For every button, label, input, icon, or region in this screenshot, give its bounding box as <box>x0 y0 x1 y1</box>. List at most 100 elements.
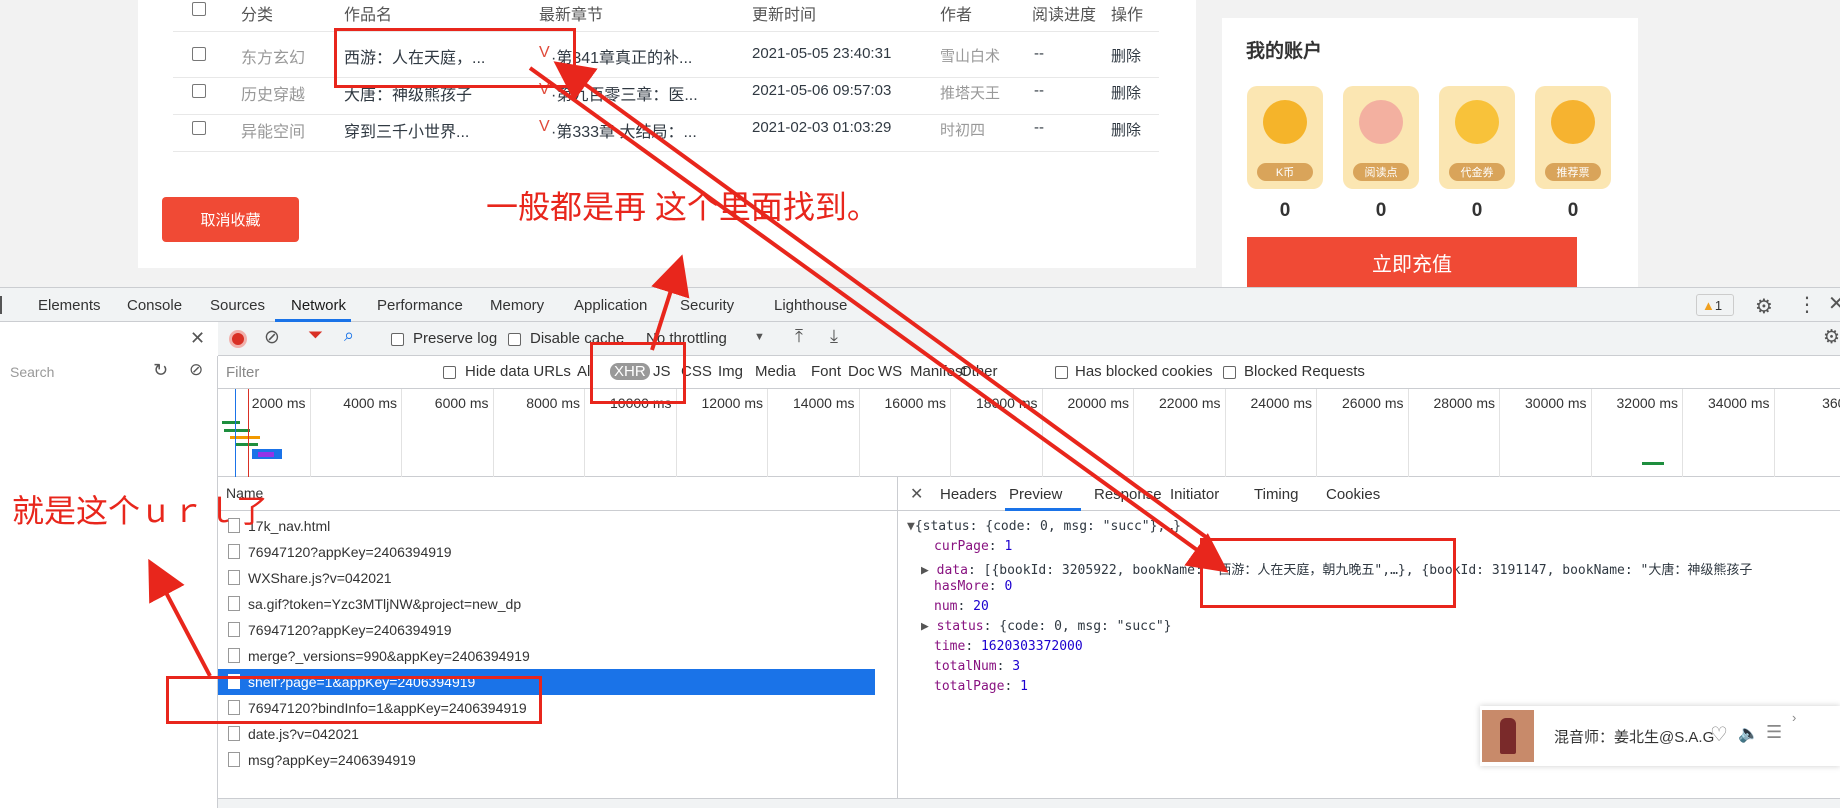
filter-icon[interactable]: ⏷ <box>308 325 323 347</box>
settings-gear-icon[interactable]: ⚙ <box>1823 326 1840 349</box>
recharge-button[interactable]: 立即充值 <box>1247 237 1577 287</box>
tab-network[interactable]: Network <box>291 297 346 314</box>
request-row[interactable]: 76947120?appKey=2406394919 <box>218 617 875 643</box>
cancel-favorite-button[interactable]: 取消收藏 <box>162 197 299 242</box>
preserve-log-checkbox[interactable] <box>391 333 404 346</box>
timeline-tick-label: 6000 ms <box>434 395 489 411</box>
delete-button[interactable]: 删除 <box>1111 119 1141 140</box>
chevron-down-icon[interactable]: ▼ <box>754 331 765 343</box>
expand-triangle-icon[interactable]: ▼ <box>907 519 915 534</box>
request-row[interactable]: sa.gif?token=Yzc3MTljNW&project=new_dp <box>218 591 875 617</box>
request-row-partial[interactable] <box>218 505 875 513</box>
record-button[interactable] <box>229 330 247 348</box>
filter-type-img[interactable]: Img <box>718 363 743 380</box>
import-har-icon[interactable]: ⤒ <box>795 326 803 347</box>
detail-tab-preview[interactable]: Preview <box>1009 486 1062 503</box>
request-row[interactable]: merge?_versions=990&appKey=2406394919 <box>218 643 875 669</box>
more-options-icon[interactable]: ⋮ <box>1797 292 1817 317</box>
dock-handle[interactable] <box>0 296 2 314</box>
row-category[interactable]: 东方玄幻 <box>241 44 305 68</box>
tab-console[interactable]: Console <box>127 297 182 314</box>
coin-icon <box>1455 100 1499 144</box>
expand-triangle-icon[interactable]: ▶ <box>921 619 929 634</box>
collapse-icon[interactable]: › <box>1792 710 1796 725</box>
tab-security[interactable]: Security <box>680 297 734 314</box>
filter-type-media[interactable]: Media <box>755 363 796 380</box>
clear-icon[interactable]: ⊘ <box>189 360 203 380</box>
detail-tab-cookies[interactable]: Cookies <box>1326 486 1380 503</box>
request-row[interactable]: date.js?v=042021 <box>218 721 875 747</box>
timeline-tick-label: 26000 ms <box>1342 395 1404 411</box>
request-row[interactable]: msg?appKey=2406394919 <box>218 747 875 773</box>
blocked-cookies-checkbox[interactable] <box>1055 366 1068 379</box>
search-icon[interactable]: ⌕ <box>344 325 354 346</box>
warning-badge[interactable]: ▲1 <box>1696 294 1734 316</box>
hide-data-urls-checkbox[interactable] <box>443 366 456 379</box>
detail-tab-initiator[interactable]: Initiator <box>1170 486 1219 503</box>
row-author[interactable]: 雪山白术 <box>940 45 1000 66</box>
gear-icon[interactable]: ⚙ <box>1755 294 1773 319</box>
timeline-tick-label: 24000 ms <box>1250 395 1312 411</box>
account-item[interactable]: 阅读点 <box>1343 86 1419 189</box>
close-detail-icon[interactable]: ✕ <box>910 484 923 504</box>
row-checkbox[interactable] <box>192 47 206 61</box>
timeline-tick-label: 28000 ms <box>1433 395 1495 411</box>
search-input[interactable]: Search <box>10 364 142 380</box>
filter-type-doc[interactable]: Doc <box>848 363 875 380</box>
request-row[interactable]: 76947120?appKey=2406394919 <box>218 539 875 565</box>
filter-type-hide-data-urls[interactable]: Hide data URLs <box>465 363 571 380</box>
account-item-value: 0 <box>1567 200 1579 221</box>
preview-root[interactable]: {status: {code: 0, msg: "succ"},…} <box>915 519 1181 534</box>
preview-key[interactable]: data <box>937 563 968 578</box>
volume-icon[interactable]: 🔈 <box>1738 724 1759 744</box>
expand-triangle-icon[interactable]: ▶ <box>921 563 929 578</box>
close-devtools-icon[interactable]: ✕ <box>1828 291 1840 316</box>
account-item[interactable]: K币 <box>1247 86 1323 189</box>
web-page: 分类 作品名 最新章节 更新时间 作者 阅读进度 操作 东方玄幻 西游：人在天庭，… <box>0 0 1840 287</box>
filter-input[interactable]: Filter <box>226 364 426 381</box>
detail-tab-headers[interactable]: Headers <box>940 486 997 503</box>
account-item[interactable]: 代金券 <box>1439 86 1515 189</box>
tab-application[interactable]: Application <box>574 297 647 314</box>
preview-key[interactable]: status <box>937 619 984 634</box>
disable-cache-checkbox[interactable] <box>508 333 521 346</box>
close-search-icon[interactable]: ✕ <box>190 328 205 349</box>
preview-key: time <box>934 639 966 654</box>
row-author[interactable]: 时初四 <box>940 119 985 140</box>
row-checkbox[interactable] <box>192 121 206 135</box>
tab-lighthouse[interactable]: Lighthouse <box>774 297 847 314</box>
select-all-checkbox[interactable] <box>192 2 206 16</box>
blocked-requests-checkbox[interactable] <box>1223 366 1236 379</box>
filter-type-ws[interactable]: WS <box>878 363 902 380</box>
heart-icon[interactable]: ♡ <box>1710 722 1728 747</box>
tab-memory[interactable]: Memory <box>490 297 544 314</box>
detail-tab-response[interactable]: Response <box>1094 486 1162 503</box>
tab-performance[interactable]: Performance <box>377 297 463 314</box>
network-timeline[interactable]: 2000 ms 4000 ms 6000 ms 8000 ms 10000 ms 1200… <box>218 389 1840 477</box>
tab-elements[interactable]: Elements <box>38 297 101 314</box>
filter-type-font[interactable]: Font <box>811 363 841 380</box>
refresh-icon[interactable]: ↻ <box>153 360 168 381</box>
divider <box>173 114 1159 115</box>
clear-log-icon[interactable]: ⊘ <box>264 326 280 349</box>
detail-tab-timing[interactable]: Timing <box>1254 486 1298 503</box>
export-har-icon[interactable]: ⤓ <box>830 326 838 347</box>
playlist-icon[interactable]: ☰ <box>1766 722 1782 743</box>
request-row[interactable]: WXShare.js?v=042021 <box>218 565 875 591</box>
account-item-value: 0 <box>1279 200 1291 221</box>
row-checkbox[interactable] <box>192 84 206 98</box>
row-title[interactable]: 穿到三千小世界... <box>344 118 504 142</box>
row-category[interactable]: 历史穿越 <box>241 81 305 105</box>
filter-type-other[interactable]: Other <box>960 363 998 380</box>
row-author[interactable]: 推塔天王 <box>940 82 1000 103</box>
waterfall-bar <box>224 429 250 432</box>
delete-button[interactable]: 删除 <box>1111 45 1141 66</box>
filter-type-manifest[interactable]: Manifest <box>910 363 967 380</box>
row-category[interactable]: 异能空间 <box>241 118 305 142</box>
delete-button[interactable]: 删除 <box>1111 82 1141 103</box>
tab-sources[interactable]: Sources <box>210 297 265 314</box>
request-row[interactable]: 17k_nav.html <box>218 513 875 539</box>
waterfall-bar <box>236 443 258 446</box>
row-chapter[interactable]: ·第333章 大结局：... <box>551 118 711 142</box>
account-item[interactable]: 推荐票 <box>1535 86 1611 189</box>
